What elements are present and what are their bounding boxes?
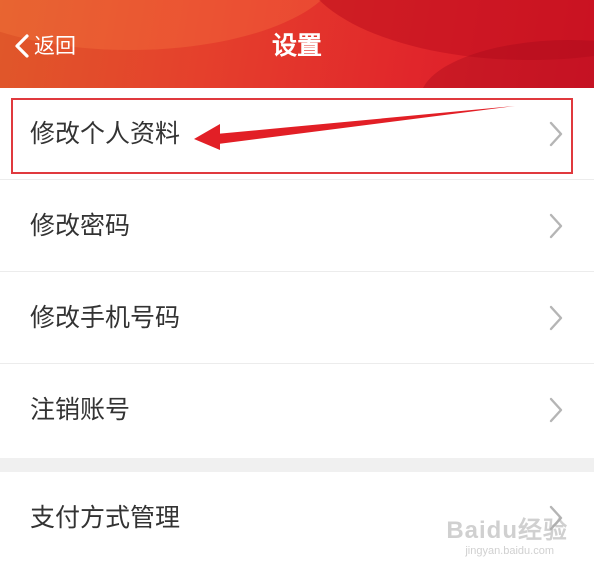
chevron-right-icon (548, 304, 564, 332)
settings-item-label: 注销账号 (30, 395, 131, 424)
settings-item-label: 修改密码 (30, 211, 131, 240)
settings-item-change-phone[interactable]: 修改手机号码 (0, 272, 594, 364)
watermark-url: jingyan.baidu.com (465, 545, 554, 557)
highlight-box (11, 98, 573, 174)
header-bar: 返回 设置 (0, 0, 594, 88)
settings-item-label: 支付方式管理 (30, 503, 181, 532)
section-divider (0, 458, 594, 472)
settings-item-label: 修改手机号码 (30, 303, 181, 332)
watermark-logo: Baidu经验 (446, 517, 568, 544)
settings-item-deactivate-account[interactable]: 注销账号 (0, 364, 594, 455)
page-title: 设置 (271, 31, 322, 60)
settings-item-change-password[interactable]: 修改密码 (0, 180, 594, 272)
chevron-right-icon (548, 396, 564, 424)
chevron-right-icon (548, 212, 564, 240)
